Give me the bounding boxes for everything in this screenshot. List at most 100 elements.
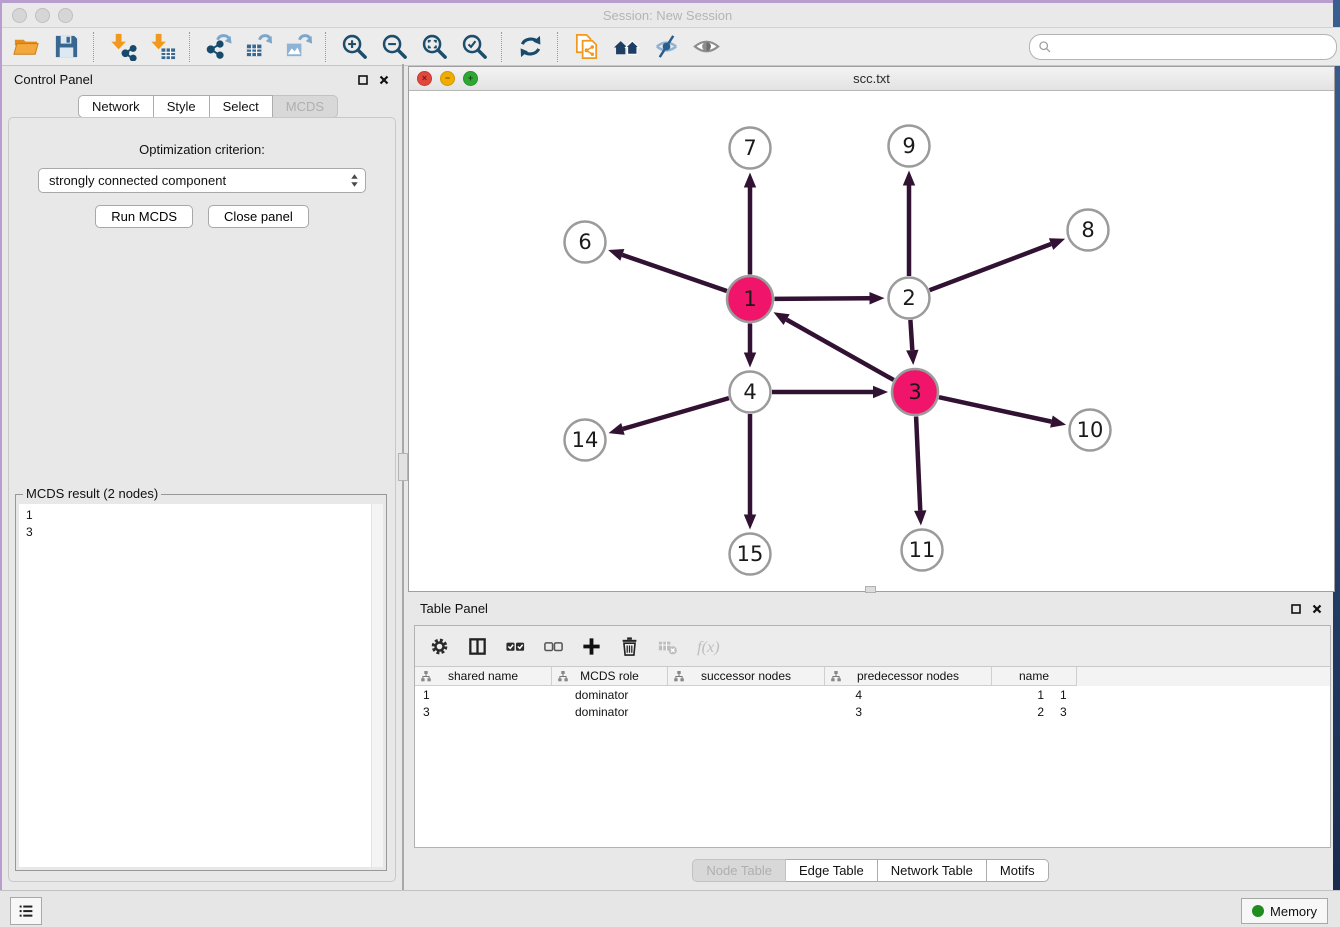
column-header-shared-name[interactable]: shared name [415,667,552,686]
svg-text:14: 14 [572,428,599,452]
graph-node-4[interactable]: 4 [730,372,771,413]
graph-node-2[interactable]: 2 [889,278,930,319]
network-window-title: scc.txt [409,71,1334,86]
open-file-icon[interactable] [6,31,46,63]
column-header-MCDS-role[interactable]: MCDS role [552,667,668,686]
main-toolbar-icons [6,31,726,63]
svg-text:7: 7 [743,136,756,160]
mcds-result-text[interactable]: 1 3 [19,504,383,867]
cell-MCDS-role: dominator [567,688,698,702]
status-bar: Memory [0,890,1340,927]
graph-edge-4-15 [744,414,756,530]
show-columns-icon[interactable] [467,636,488,657]
cell-shared-name: 1 [415,688,567,702]
graph-node-8[interactable]: 8 [1068,210,1109,251]
import-network-icon[interactable] [102,31,142,63]
refresh-layout-icon[interactable] [510,31,550,63]
zoom-fit-icon[interactable] [414,31,454,63]
memory-status-icon [1252,905,1264,917]
table-row[interactable]: 3dominator323 [415,703,1330,720]
svg-text:2: 2 [902,286,915,310]
toolbar-separator [189,32,191,62]
network-window-titlebar[interactable]: × − + scc.txt [409,67,1334,91]
svg-text:11: 11 [909,538,936,562]
toolbar-separator [557,32,559,62]
tab-style[interactable]: Style [154,95,210,118]
network-graph[interactable]: 7 9 6 8 1 2 4 3 14 10 15 11 [409,91,1332,590]
unselect-all-icon[interactable] [543,636,564,657]
zoom-in-icon[interactable] [334,31,374,63]
graph-node-6[interactable]: 6 [565,222,606,263]
node-table-rows: 1dominator4113dominator323 [415,686,1330,720]
tab-network[interactable]: Network [78,95,154,118]
show-graphics-icon[interactable] [686,31,726,63]
svg-text:10: 10 [1077,418,1104,442]
export-table-icon[interactable] [238,31,278,63]
network-resize-handle[interactable] [865,586,876,593]
svg-text:4: 4 [743,380,756,404]
dropdown-stepper-icon [350,173,359,188]
column-header-name[interactable]: name [992,667,1077,686]
table-tab-motifs[interactable]: Motifs [987,859,1049,882]
graph-node-14[interactable]: 14 [565,420,606,461]
cell-name: 1 [1052,688,1152,702]
tab-mcds[interactable]: MCDS [273,95,338,118]
main-titlebar: Session: New Session [2,3,1333,27]
memory-button[interactable]: Memory [1241,898,1328,924]
close-table-panel-icon[interactable] [1311,603,1323,615]
column-header-predecessor-nodes[interactable]: predecessor nodes [825,667,992,686]
result-scrollbar[interactable] [371,504,383,867]
duplicate-network-icon[interactable] [566,31,606,63]
cell-successor-nodes: 3 [698,705,870,719]
graph-node-9[interactable]: 9 [889,126,930,167]
graph-node-11[interactable]: 11 [902,530,943,571]
cell-predecessor-nodes: 2 [870,705,1052,719]
svg-text:3: 3 [908,380,921,404]
table-row[interactable]: 1dominator411 [415,686,1330,703]
zoom-selected-icon[interactable] [454,31,494,63]
graph-node-1[interactable]: 1 [727,276,773,322]
save-session-icon[interactable] [46,31,86,63]
float-panel-icon[interactable] [357,74,369,86]
table-tab-edge-table[interactable]: Edge Table [786,859,878,882]
graph-node-7[interactable]: 7 [730,128,771,169]
criterion-value: strongly connected component [49,173,226,188]
memory-label: Memory [1270,904,1317,919]
search-box[interactable] [1029,34,1337,60]
search-input[interactable] [1057,38,1328,55]
tab-select[interactable]: Select [210,95,273,118]
export-image-icon[interactable] [278,31,318,63]
zoom-out-icon[interactable] [374,31,414,63]
table-toolbar: f(x) [415,626,1330,667]
select-all-icon[interactable] [505,636,526,657]
criterion-dropdown[interactable]: strongly connected component [38,168,366,193]
table-settings-icon[interactable] [429,636,450,657]
table-tab-network-table[interactable]: Network Table [878,859,987,882]
float-table-panel-icon[interactable] [1290,603,1302,615]
import-table-icon[interactable] [142,31,182,63]
export-network-icon[interactable] [198,31,238,63]
hide-graphics-icon[interactable] [646,31,686,63]
graph-node-15[interactable]: 15 [730,534,771,575]
graph-edge-1-7 [744,173,756,275]
delete-row-icon[interactable] [619,636,640,657]
graph-edge-1-2 [774,292,884,304]
table-tabs: Node TableEdge TableNetwork TableMotifs [408,859,1333,882]
close-panel-icon[interactable] [378,74,390,86]
list-icon [16,901,36,921]
toolbar-separator [501,32,503,62]
graph-node-3[interactable]: 3 [892,369,938,415]
column-header-successor-nodes[interactable]: successor nodes [668,667,825,686]
run-mcds-button[interactable]: Run MCDS [95,205,193,228]
add-row-icon[interactable] [581,636,602,657]
window-title: Session: New Session [2,8,1333,23]
panel-divider-handle[interactable] [398,453,408,481]
graph-node-10[interactable]: 10 [1070,410,1111,451]
task-history-button[interactable] [10,897,42,925]
first-neighbors-icon[interactable] [606,31,646,63]
table-tab-node-table[interactable]: Node Table [692,859,786,882]
graph-edge-2-3 [906,320,918,365]
close-panel-button[interactable]: Close panel [208,205,309,228]
mcds-result-box: MCDS result (2 nodes) 1 3 [15,494,387,871]
delete-table-icon [657,636,678,657]
